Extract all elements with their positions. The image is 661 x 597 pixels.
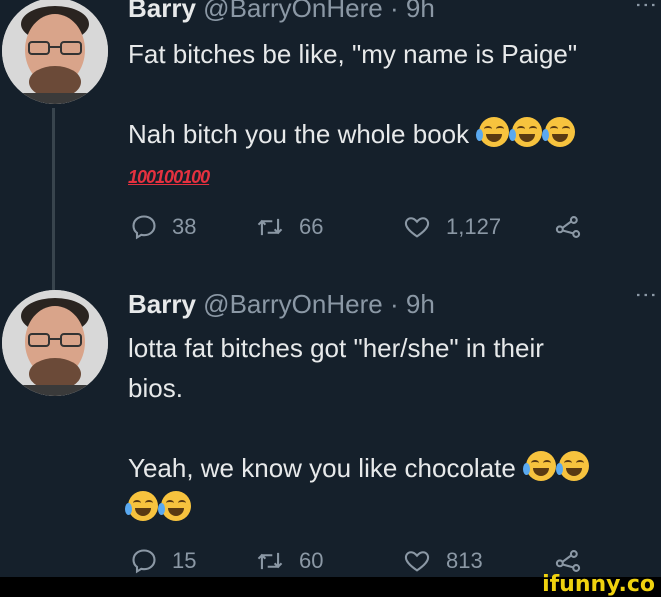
- avatar[interactable]: [2, 0, 108, 104]
- tweet-text: lotta fat bitches got "her/she" in their…: [125, 328, 658, 528]
- laughing-crying-emoji-icon: [556, 451, 590, 481]
- retweet-button[interactable]: 66: [255, 213, 323, 241]
- share-icon: [555, 216, 581, 238]
- hundred-emoji-row: 100100100: [128, 154, 658, 194]
- tweet[interactable]: Barry @BarryOnHere · 9h ⋮ lotta fat bitc…: [0, 284, 661, 597]
- like-count: 813: [446, 548, 483, 573]
- more-vertical-icon[interactable]: ⋮: [634, 0, 659, 16]
- share-button[interactable]: [554, 213, 596, 241]
- tweet[interactable]: Barry @BarryOnHere · 9h ⋮ Fat bitches be…: [0, 0, 661, 290]
- retweet-button[interactable]: 60: [255, 547, 323, 575]
- emoji-row: [125, 488, 658, 528]
- display-name[interactable]: Barry: [128, 289, 196, 319]
- heart-icon: [404, 217, 430, 238]
- separator: ·: [389, 289, 399, 319]
- hundred-points-icon: 100: [182, 167, 210, 187]
- speech-bubble-icon: [132, 215, 156, 240]
- tweet-line: bios.: [128, 373, 183, 403]
- display-name[interactable]: Barry: [128, 0, 196, 23]
- laughing-crying-emoji-icon: [125, 491, 158, 521]
- laughing-crying-emoji-icon: [476, 117, 510, 147]
- laughing-crying-emoji-icon: [542, 117, 576, 147]
- tweet-text: Fat bitches be like, "my name is Paige" …: [128, 34, 658, 194]
- reply-button[interactable]: 38: [130, 213, 196, 241]
- handle[interactable]: @BarryOnHere: [203, 0, 383, 23]
- retweet-count: 66: [299, 214, 324, 239]
- heart-icon: [404, 551, 430, 572]
- laughing-crying-emoji-icon: [158, 491, 191, 521]
- ifunny-watermark: ifunny.co: [542, 572, 655, 597]
- separator: ·: [389, 0, 399, 23]
- tweet-line: Nah bitch you the whole book: [128, 119, 470, 149]
- laughing-crying-emoji-icon: [523, 451, 557, 481]
- like-button[interactable]: 813: [402, 547, 483, 575]
- share-icon: [555, 550, 581, 572]
- like-count: 1,127: [446, 214, 502, 239]
- tweet-header: Barry @BarryOnHere · 9h: [128, 0, 435, 24]
- retweet-count: 60: [299, 548, 324, 573]
- timestamp[interactable]: 9h: [406, 289, 435, 319]
- retweet-icon: [257, 552, 283, 570]
- reply-button[interactable]: 15: [130, 547, 196, 575]
- tweet-actions: 15 60 813: [130, 547, 590, 581]
- speech-bubble-icon: [132, 549, 156, 574]
- handle[interactable]: @BarryOnHere: [203, 289, 383, 319]
- tweet-line-with-emoji: Yeah, we know you like chocolate: [128, 448, 658, 488]
- reply-count: 38: [172, 214, 197, 239]
- timestamp[interactable]: 9h: [406, 0, 435, 23]
- tweet-line: Fat bitches be like, "my name is Paige": [128, 39, 578, 69]
- share-button[interactable]: [554, 547, 596, 575]
- tweet-line-with-emoji: Nah bitch you the whole book: [128, 114, 658, 154]
- reply-count: 15: [172, 548, 197, 573]
- thread-line: [52, 108, 55, 290]
- retweet-icon: [257, 218, 283, 236]
- hundred-points-icon: 100: [128, 167, 156, 187]
- avatar[interactable]: [2, 290, 108, 396]
- like-button[interactable]: 1,127: [402, 213, 501, 241]
- tweet-actions: 38 66 1,127: [130, 213, 590, 247]
- tweet-line: Yeah, we know you like chocolate: [128, 453, 516, 483]
- tweet-header: Barry @BarryOnHere · 9h: [128, 288, 435, 320]
- hundred-points-icon: 100: [155, 167, 183, 187]
- more-vertical-icon[interactable]: ⋮: [634, 284, 659, 306]
- tweet-line: lotta fat bitches got "her/she" in their: [128, 333, 544, 363]
- laughing-crying-emoji-icon: [509, 117, 543, 147]
